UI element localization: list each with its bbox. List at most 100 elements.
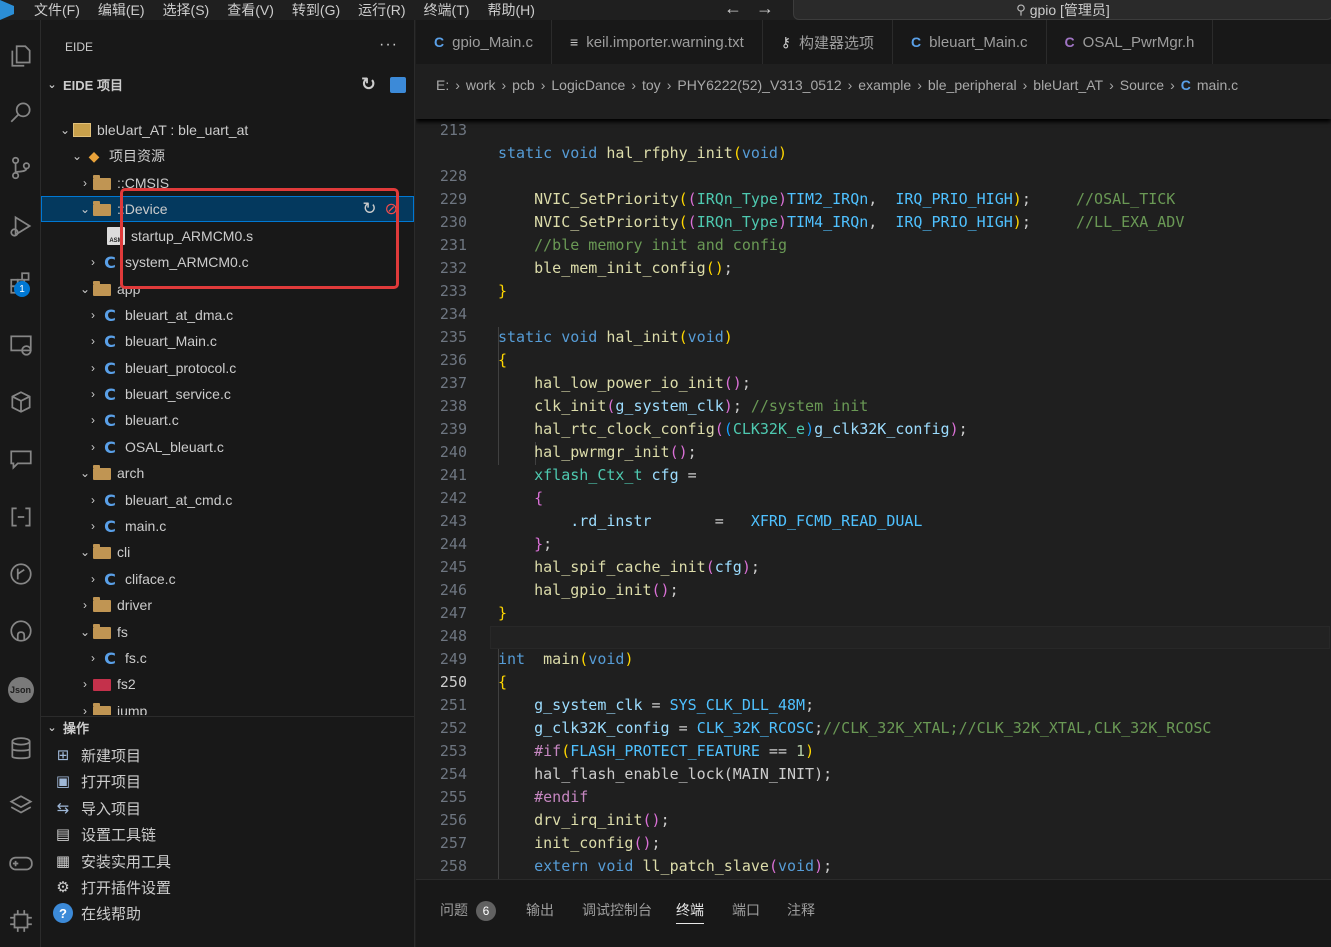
menu-file[interactable]: 文件(F) xyxy=(14,1,89,19)
tab-terminal[interactable]: 终端 xyxy=(676,900,704,924)
tree-item-arch[interactable]: ⌄ arch xyxy=(41,460,414,486)
refresh-icon[interactable]: ↻ xyxy=(361,74,376,95)
settings-icon: ⚙ xyxy=(56,879,70,896)
database-icon[interactable] xyxy=(0,729,41,769)
tree-item-resources[interactable]: ⌄ ◆ 项目资源 xyxy=(41,143,414,169)
tree-item-jump[interactable]: › jump xyxy=(41,698,414,715)
toolchain-item[interactable]: ▤ 设置工具链 xyxy=(53,821,156,847)
back-arrow-icon[interactable]: ← xyxy=(724,0,742,20)
breadcrumb-item[interactable]: toy xyxy=(642,77,661,93)
breadcrumb-item[interactable]: example xyxy=(858,77,911,93)
install-tools-item[interactable]: ▦ 安装实用工具 xyxy=(53,848,171,874)
tab-debug-console[interactable]: 调试控制台 xyxy=(582,900,652,924)
ops-section-header[interactable]: ⌄ 操作 xyxy=(41,716,414,738)
c-file-icon: C xyxy=(104,384,116,404)
chip-icon[interactable] xyxy=(0,901,41,941)
new-project-icon: ⊞ xyxy=(56,747,70,764)
breadcrumb-item[interactable]: bleUart_AT xyxy=(1033,77,1103,93)
menu-help[interactable]: 帮助(H) xyxy=(478,1,543,19)
breadcrumb-item[interactable]: pcb xyxy=(512,77,535,93)
more-actions-icon[interactable]: ··· xyxy=(379,36,398,54)
plugin-settings-item[interactable]: ⚙ 打开插件设置 xyxy=(53,874,171,900)
code-line: 256 init_config(); xyxy=(416,786,1331,852)
tab-ports[interactable]: 端口 xyxy=(732,900,760,924)
tab-gpio-main[interactable]: C gpio_Main.c xyxy=(416,20,553,64)
tree-item-file[interactable]: › C bleuart_at_cmd.c xyxy=(41,487,414,513)
import-project-item[interactable]: ⇆ 导入项目 xyxy=(53,795,141,821)
breadcrumb-item[interactable]: main.c xyxy=(1197,77,1238,93)
tree-item-file[interactable]: › C OSAL_bleuart.c xyxy=(41,434,414,460)
tree-item-file[interactable]: › C main.c xyxy=(41,513,414,539)
op-label: 打开插件设置 xyxy=(81,879,172,897)
nav-arrows: ← → xyxy=(724,0,774,20)
code-line: 251 g_clk32K_config = CLK_32K_RCOSC;//CL… xyxy=(416,671,1331,737)
tree-item-file[interactable]: › C fs.c xyxy=(41,645,414,671)
tab-keil-warning[interactable]: ≡ keil.importer.warning.txt xyxy=(552,20,763,64)
tab-comments[interactable]: 注释 xyxy=(787,900,815,924)
remote-explorer-icon[interactable] xyxy=(0,325,41,365)
code-editor[interactable]: 227 NVIC_SetPriority((IRQn_Type)TIM2_IRQ… xyxy=(416,96,1331,879)
breadcrumb-item[interactable]: LogicDance xyxy=(551,77,625,93)
breadcrumb-item[interactable]: E: xyxy=(436,77,449,93)
breadcrumb-item[interactable]: work xyxy=(466,77,496,93)
menu-view[interactable]: 查看(V) xyxy=(218,1,283,19)
git-graph-icon[interactable] xyxy=(0,554,41,594)
sticky-scroll-line[interactable]: 213 static void hal_rfphy_init(void) xyxy=(416,96,1331,162)
c-file-icon: C xyxy=(104,305,116,325)
breadcrumb-item[interactable]: ble_peripheral xyxy=(928,77,1017,93)
menu-run[interactable]: 运行(R) xyxy=(349,1,414,19)
menu-go[interactable]: 转到(G) xyxy=(283,1,349,19)
folder-icon xyxy=(93,544,111,559)
tab-problems[interactable]: 问题 6 xyxy=(440,900,496,924)
breadcrumb-item[interactable]: Source xyxy=(1120,77,1164,93)
op-label: 安装实用工具 xyxy=(81,853,172,871)
tree-item-project[interactable]: ⌄ bleUart_AT : ble_uart_at xyxy=(41,117,414,143)
tree-item-driver[interactable]: › driver xyxy=(41,592,414,618)
tree-item-fs2[interactable]: › fs2 xyxy=(41,671,414,697)
tree-item-fs[interactable]: ⌄ fs xyxy=(41,619,414,645)
command-center[interactable]: ⚲ gpio [管理员] xyxy=(793,0,1331,20)
tab-output[interactable]: 输出 xyxy=(526,900,554,924)
run-debug-icon[interactable] xyxy=(0,206,41,246)
c-file-icon: C xyxy=(104,252,116,272)
menu-edit[interactable]: 编辑(E) xyxy=(89,1,154,19)
tree-item-cli[interactable]: ⌄ cli xyxy=(41,539,414,565)
github-icon[interactable] xyxy=(0,611,41,651)
c-file-icon: C xyxy=(1180,77,1191,93)
search-icon[interactable] xyxy=(0,92,41,132)
layers-icon[interactable] xyxy=(0,786,41,826)
tab-bleuart-main[interactable]: C bleuart_Main.c xyxy=(893,20,1047,64)
tree-item-file[interactable]: › C bleuart_at_dma.c xyxy=(41,302,414,328)
tree-item-file[interactable]: › C bleuart_protocol.c xyxy=(41,355,414,381)
cube-icon[interactable] xyxy=(0,382,41,422)
tree-item-file[interactable]: › C bleuart_service.c xyxy=(41,381,414,407)
tree-item-file[interactable]: › C cliface.c xyxy=(41,566,414,592)
chevron-down-icon: ⌄ xyxy=(47,722,57,734)
source-control-icon[interactable] xyxy=(0,148,41,188)
menu-selection[interactable]: 选择(S) xyxy=(154,1,219,19)
code-line: 239 hal_pwrmgr_init(); xyxy=(416,395,1331,461)
tree-item-file[interactable]: › C bleuart_Main.c xyxy=(41,328,414,354)
open-project-item[interactable]: ▣ 打开项目 xyxy=(53,768,141,794)
forward-arrow-icon[interactable]: → xyxy=(756,0,774,20)
tab-builder-options[interactable]: ⚷ 构建器选项 xyxy=(762,20,894,64)
menu-terminal[interactable]: 终端(T) xyxy=(415,1,479,19)
brackets-icon[interactable] xyxy=(0,497,41,537)
json-icon[interactable]: Json xyxy=(0,670,41,710)
gamepad-icon[interactable] xyxy=(0,843,41,883)
chat-icon[interactable] xyxy=(0,439,41,479)
explorer-icon[interactable] xyxy=(0,36,41,76)
tab-osal-pwrmgr[interactable]: C OSAL_PwrMgr.h xyxy=(1046,20,1214,64)
new-project-item[interactable]: ⊞ 新建项目 xyxy=(53,742,141,768)
tab-label: gpio_Main.c xyxy=(452,33,534,51)
extensions-icon[interactable]: 1 xyxy=(0,263,41,303)
json-label: Json xyxy=(7,677,34,703)
open-workspace-icon[interactable] xyxy=(390,76,406,93)
ops-section-title: 操作 xyxy=(63,721,90,736)
online-help-item[interactable]: ? 在线帮助 xyxy=(53,900,141,926)
code-line: 258 ll_patch_slave(); xyxy=(416,832,1331,875)
project-section-header[interactable]: ⌄ EIDE 项目 ↻ xyxy=(41,73,414,95)
breadcrumb-item[interactable]: PHY6222(52)_V313_0512 xyxy=(677,77,841,93)
tree-item-file[interactable]: › C bleuart.c xyxy=(41,407,414,433)
tree-item-label: main.c xyxy=(125,518,167,534)
